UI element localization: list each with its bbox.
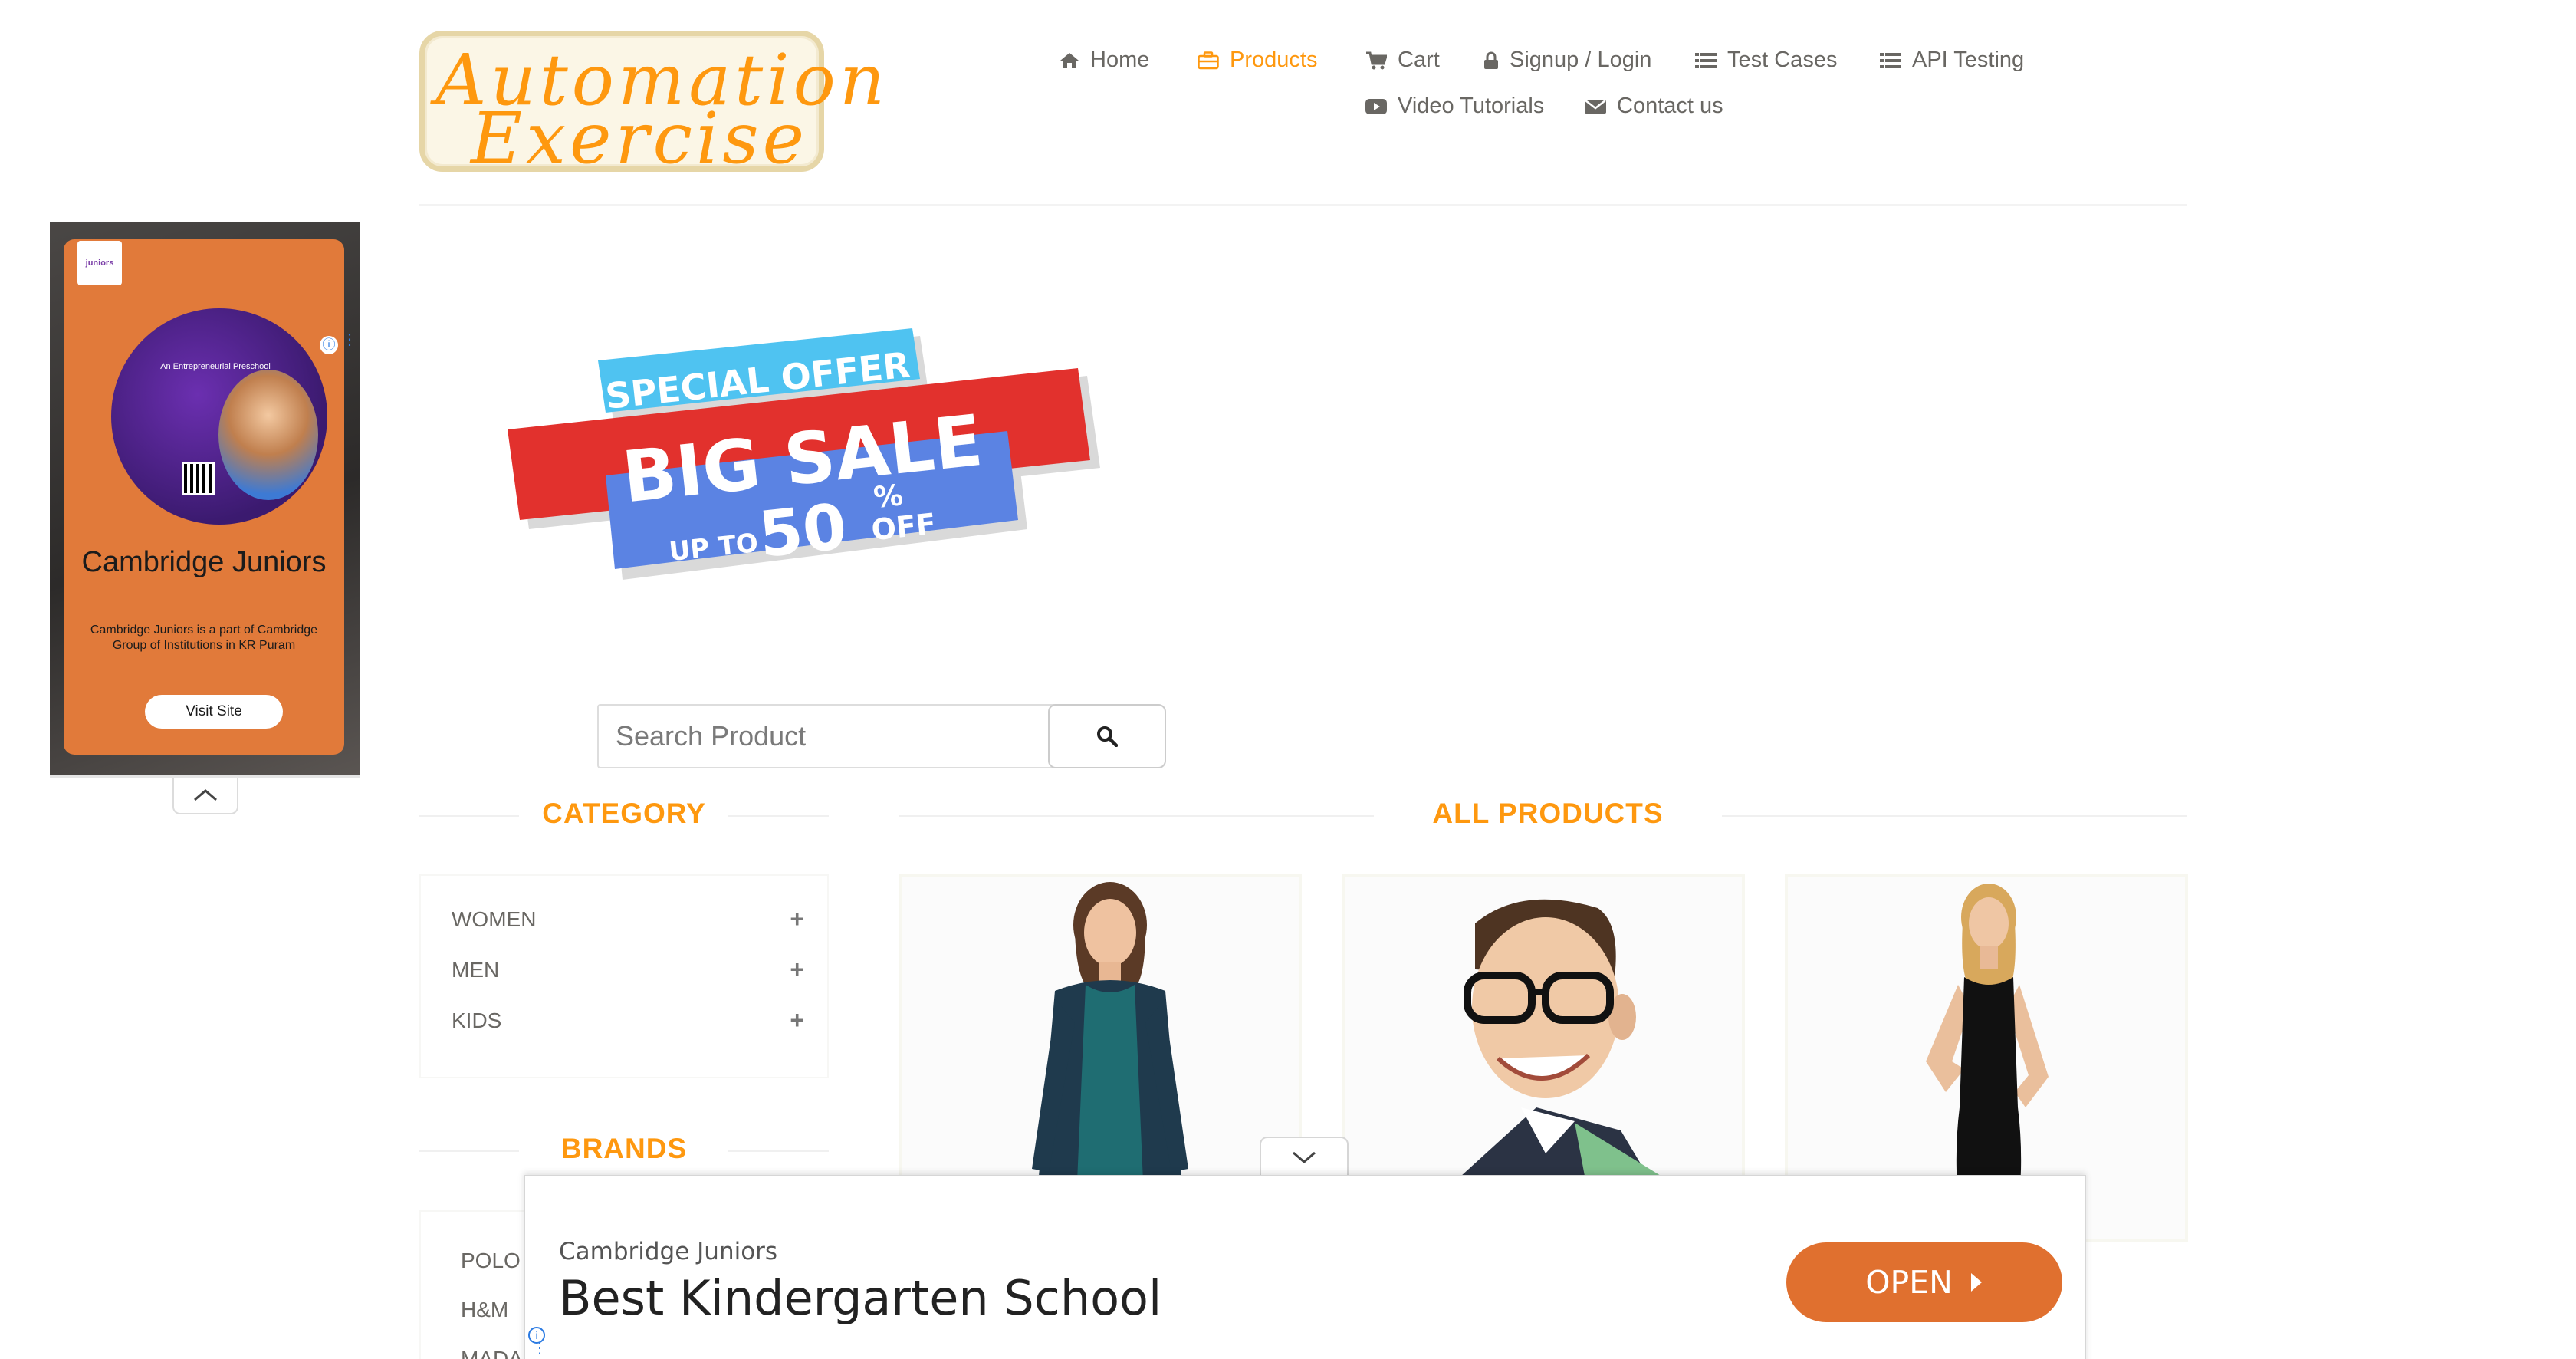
nav-label: Video Tutorials: [1398, 94, 1545, 118]
chevron-down-icon: [1293, 1151, 1316, 1163]
brand-item-hm[interactable]: H&M: [461, 1298, 508, 1322]
nav-signup-login[interactable]: Signup / Login: [1484, 48, 1651, 73]
ad-info-icon[interactable]: ⓘ: [320, 336, 338, 354]
ad-description: Cambridge Juniors is a part of Cambridge…: [90, 624, 318, 652]
plus-icon[interactable]: +: [790, 905, 804, 933]
search-icon: [1097, 726, 1118, 747]
list-icon: [1695, 52, 1717, 68]
main-nav: Home Products Cart Signup / Login Test C…: [0, 44, 2576, 137]
children-photo: [219, 370, 318, 500]
title-rule: [419, 815, 519, 817]
brands-title: BRANDS: [560, 1133, 688, 1164]
nav-api-testing[interactable]: API Testing: [1880, 48, 2024, 73]
search-button[interactable]: [1048, 704, 1166, 768]
chevron-up-icon: [194, 789, 217, 801]
sale-banner: SPECIAL OFFER BIG SALE UP TO 50 % OFF: [508, 328, 1100, 580]
open-button-label: OPEN: [1865, 1264, 1953, 1301]
category-label[interactable]: WOMEN: [452, 907, 536, 932]
briefcase-icon: [1198, 51, 1219, 69]
bottom-ad-collapse-button[interactable]: [1260, 1137, 1349, 1176]
ad-poster-image: An Entrepreneurial Preschool: [111, 308, 327, 525]
nav-label: Contact us: [1617, 94, 1723, 118]
play-arrow-icon: [1970, 1273, 1982, 1292]
category-item-men[interactable]: MEN +: [452, 956, 804, 984]
title-rule: [899, 815, 1374, 817]
category-label[interactable]: KIDS: [452, 1009, 501, 1033]
list-icon: [1880, 52, 1901, 68]
nav-cart[interactable]: Cart: [1365, 48, 1440, 73]
category-title: CATEGORY: [542, 798, 706, 829]
ad-options-icon[interactable]: ⋮: [342, 332, 357, 347]
ad-options-icon[interactable]: ⋮: [533, 1341, 547, 1355]
ad-open-button[interactable]: OPEN: [1786, 1242, 2062, 1322]
nav-contact-us[interactable]: Contact us: [1585, 94, 1723, 119]
nav-products[interactable]: Products: [1198, 48, 1317, 73]
category-panel: WOMEN + MEN + KIDS +: [419, 874, 829, 1078]
title-rule: [728, 815, 829, 817]
nav-label: API Testing: [1912, 48, 2025, 72]
brand-item-polo[interactable]: POLO: [461, 1249, 521, 1273]
envelope-icon: [1585, 99, 1606, 114]
ad-collapse-button[interactable]: [172, 778, 238, 814]
nav-label: Home: [1090, 48, 1150, 72]
header-divider: [419, 204, 2187, 206]
lock-icon: [1484, 51, 1498, 69]
title-rule: [419, 1150, 519, 1152]
ad-headline[interactable]: Best Kindergarten School: [559, 1270, 1162, 1326]
banner-text-3-suffix: OFF: [869, 507, 937, 548]
category-item-kids[interactable]: KIDS +: [452, 1006, 804, 1035]
brand-item-mada[interactable]: MADA: [461, 1347, 523, 1359]
title-rule: [728, 1150, 829, 1152]
ad-card[interactable]: juniors An Entrepreneurial Preschool Cam…: [64, 239, 344, 755]
home-icon: [1060, 52, 1079, 68]
ad-title: Cambridge Juniors: [81, 546, 327, 578]
advertiser-logo: juniors: [77, 241, 122, 285]
category-item-women[interactable]: WOMEN +: [452, 905, 804, 933]
visit-site-button[interactable]: Visit Site: [145, 695, 283, 729]
nav-video-tutorials[interactable]: Video Tutorials: [1365, 94, 1544, 119]
nav-label: Products: [1230, 48, 1318, 72]
plus-icon[interactable]: +: [790, 956, 804, 984]
bottom-ad-banner[interactable]: Cambridge Juniors Best Kindergarten Scho…: [524, 1175, 2086, 1359]
nav-home[interactable]: Home: [1060, 48, 1149, 73]
ad-advertiser: Cambridge Juniors: [559, 1238, 778, 1265]
nav-test-cases[interactable]: Test Cases: [1695, 48, 1837, 73]
banner-text-3-value: 50: [755, 490, 849, 571]
search-product-input[interactable]: [597, 704, 1057, 768]
cart-icon: [1366, 51, 1387, 69]
plus-icon[interactable]: +: [790, 1006, 804, 1035]
all-products-title: ALL PRODUCTS: [1432, 798, 1664, 829]
banner-text-3-percent: %: [872, 478, 904, 515]
left-ad-banner[interactable]: juniors An Entrepreneurial Preschool Cam…: [50, 222, 360, 775]
youtube-play-icon: [1365, 98, 1387, 114]
nav-label: Test Cases: [1727, 48, 1838, 72]
nav-label: Cart: [1398, 48, 1440, 72]
nav-label: Signup / Login: [1510, 48, 1652, 72]
category-label[interactable]: MEN: [452, 958, 499, 982]
qr-code: [182, 462, 215, 495]
title-rule: [1722, 815, 2187, 817]
